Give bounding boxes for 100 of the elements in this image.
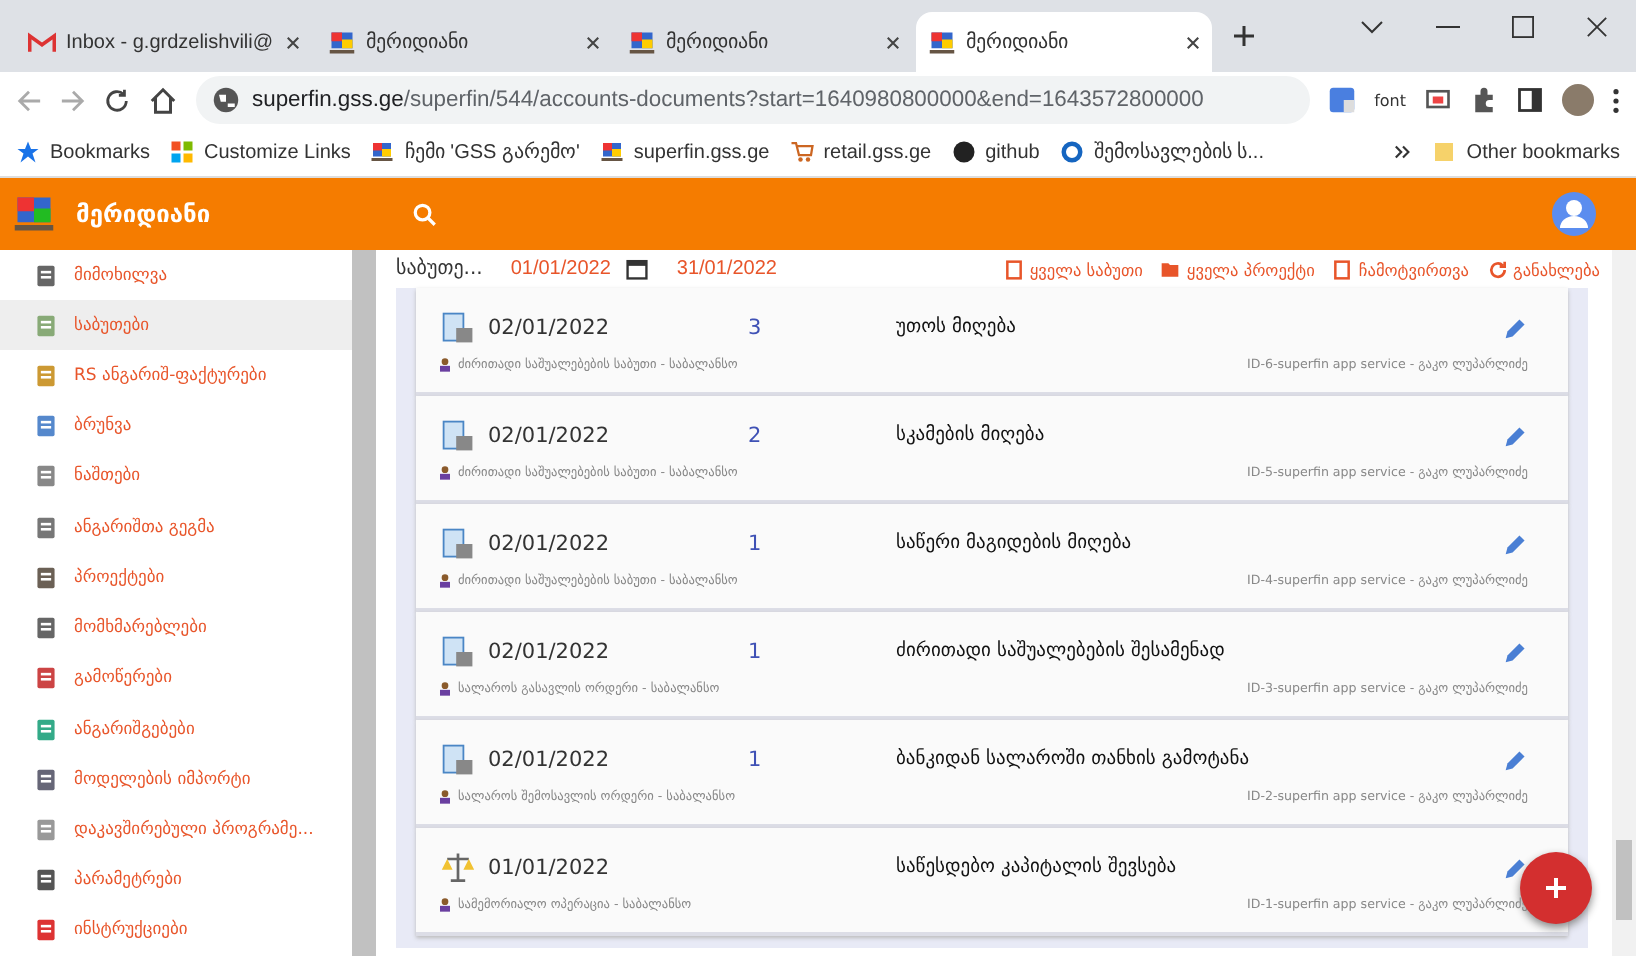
end-date-field[interactable]: 31/01/2022	[676, 258, 777, 280]
document-title: ბანკიდან სალაროში თანხის გამოტანა	[896, 748, 1252, 770]
puzzle-icon[interactable]	[1470, 86, 1498, 114]
start-date-field[interactable]: 01/01/2022	[510, 258, 611, 280]
toolbar-action[interactable]: ყველა საბუთი	[1003, 259, 1143, 279]
close-icon[interactable]	[286, 35, 300, 49]
app-title: მერიდიანი	[76, 200, 211, 228]
close-icon[interactable]	[1186, 35, 1200, 49]
edit-icon[interactable]	[1504, 747, 1528, 771]
sidebar-item[interactable]: პროექტები	[0, 552, 352, 604]
home-icon[interactable]	[148, 85, 178, 115]
menu-item-icon	[34, 616, 58, 641]
edit-icon[interactable]	[1504, 639, 1528, 663]
address-field[interactable]: superfin.gss.ge/superfin/544/accounts-documents?start=1640980800000&end=1643572800000	[196, 76, 1311, 124]
document-icon	[440, 417, 476, 453]
document-date: 02/01/2022	[488, 423, 612, 447]
browser-tab[interactable]: მერიდიანი	[616, 12, 912, 72]
bookmark[interactable]: Bookmarks	[16, 140, 151, 164]
globe-icon	[212, 86, 240, 114]
item-count: 3	[748, 315, 764, 339]
close-icon[interactable]	[886, 35, 900, 49]
search-icon[interactable]	[412, 201, 438, 227]
toolbar-action[interactable]: ჩამოტვირთვა	[1332, 259, 1470, 279]
edit-icon[interactable]	[1504, 423, 1528, 447]
bookmark[interactable]: github	[951, 140, 1040, 164]
document-icon	[440, 525, 476, 561]
cast-icon[interactable]	[1424, 86, 1452, 114]
person-icon	[440, 789, 450, 803]
browser-tab[interactable]: Inbox - g.grdzelishvili@	[16, 12, 312, 72]
other-bookmarks[interactable]: Other bookmarks	[1432, 140, 1620, 164]
sidebar-item[interactable]: ინსტრუქციები	[0, 905, 352, 956]
toolbar-action[interactable]: ყველა პროექტი	[1160, 259, 1315, 279]
cart-icon	[789, 140, 814, 164]
edit-icon[interactable]	[1504, 531, 1528, 555]
document-date: 02/01/2022	[488, 747, 612, 771]
scrollbar[interactable]	[352, 250, 376, 956]
person-icon	[440, 465, 450, 479]
document-icon	[440, 309, 476, 345]
document-title: უთოს მიღება	[896, 316, 1018, 338]
document-date: 01/01/2022	[488, 855, 612, 879]
menu-item-icon	[34, 263, 58, 288]
browser-tab[interactable]: მერიდიანი	[316, 12, 612, 72]
menu-item-icon	[34, 918, 58, 943]
chevron-icon[interactable]	[1394, 144, 1413, 160]
menu-item-icon	[34, 767, 58, 792]
sidebar-item[interactable]: მოდელების იმპორტი	[0, 754, 352, 805]
menu-item-icon	[34, 717, 58, 742]
sidebar-item[interactable]: მიმოხილვა	[0, 250, 352, 301]
action-icon	[1332, 259, 1353, 279]
sidebar-item[interactable]: მომხმარებლები	[0, 603, 352, 654]
bookmark[interactable]: ჩემი 'GSS გარემო'	[370, 140, 580, 164]
toolbar-action[interactable]: განახლება	[1487, 259, 1600, 279]
document-title: საწესდებო კაპიტალის შევსება	[896, 856, 1179, 878]
person-icon	[440, 681, 450, 695]
calendar-icon[interactable]	[626, 258, 649, 280]
extension-label[interactable]: font	[1374, 91, 1406, 109]
item-count: 2	[748, 423, 764, 447]
scales-icon	[440, 849, 476, 885]
grid-icon	[170, 140, 195, 164]
menu-item-icon	[34, 666, 58, 691]
bookmark[interactable]: შემოსავლების ს...	[1059, 140, 1264, 164]
bookmark[interactable]: superfin.gss.ge	[599, 140, 770, 164]
scrollbar[interactable]	[1612, 250, 1636, 956]
item-count: 1	[748, 639, 764, 663]
translate-icon[interactable]	[1328, 86, 1357, 114]
profile-avatar[interactable]	[1562, 84, 1594, 116]
edit-icon[interactable]	[1504, 855, 1528, 879]
edit-icon[interactable]	[1504, 315, 1528, 339]
reload-icon[interactable]	[104, 87, 130, 113]
bookmark[interactable]: retail.gss.ge	[789, 140, 932, 164]
sidebar-item[interactable]: ანგარიშთა გეგმა	[0, 502, 352, 553]
close-icon[interactable]	[1586, 16, 1608, 38]
sidebar-item[interactable]: RS ანგარიშ-ფაქტურები	[0, 350, 352, 402]
monitor-icon	[928, 29, 956, 55]
document-icon	[440, 633, 476, 669]
user-avatar-icon[interactable]	[1552, 192, 1596, 236]
scroll-thumb[interactable]	[1616, 840, 1632, 920]
maximize-icon[interactable]	[1512, 16, 1534, 38]
chevron-icon[interactable]	[1360, 19, 1384, 35]
action-icon	[1003, 259, 1024, 279]
sidebar-item[interactable]: დაკავშირებული პროგრამე...	[0, 804, 352, 856]
menu-icon[interactable]	[1612, 87, 1620, 113]
sidebar-item[interactable]: გამოწერები	[0, 653, 352, 704]
menu-item-icon	[34, 364, 58, 389]
sidebar-item[interactable]: ბრუნვა	[0, 401, 352, 452]
document-date: 02/01/2022	[488, 315, 612, 339]
close-icon[interactable]	[586, 35, 600, 49]
browser-tab[interactable]: მერიდიანი	[916, 12, 1212, 72]
menu-item-icon	[34, 818, 58, 843]
minimize-icon[interactable]	[1436, 25, 1460, 29]
plus-icon[interactable]	[1232, 24, 1256, 48]
side-panel-icon[interactable]	[1516, 86, 1544, 114]
page-title: საბუთე...	[396, 258, 483, 280]
sidebar-item[interactable]: ანგარიშგებები	[0, 703, 352, 755]
bookmark[interactable]: Customize Links	[170, 140, 351, 164]
sidebar-item[interactable]: პარამეტრები	[0, 855, 352, 906]
item-count: 1	[748, 531, 764, 555]
sidebar-item[interactable]: ნაშთები	[0, 451, 352, 503]
menu-item-icon	[34, 464, 58, 489]
document-title: ძირითადი საშუალებების შესამენად	[896, 640, 1227, 662]
